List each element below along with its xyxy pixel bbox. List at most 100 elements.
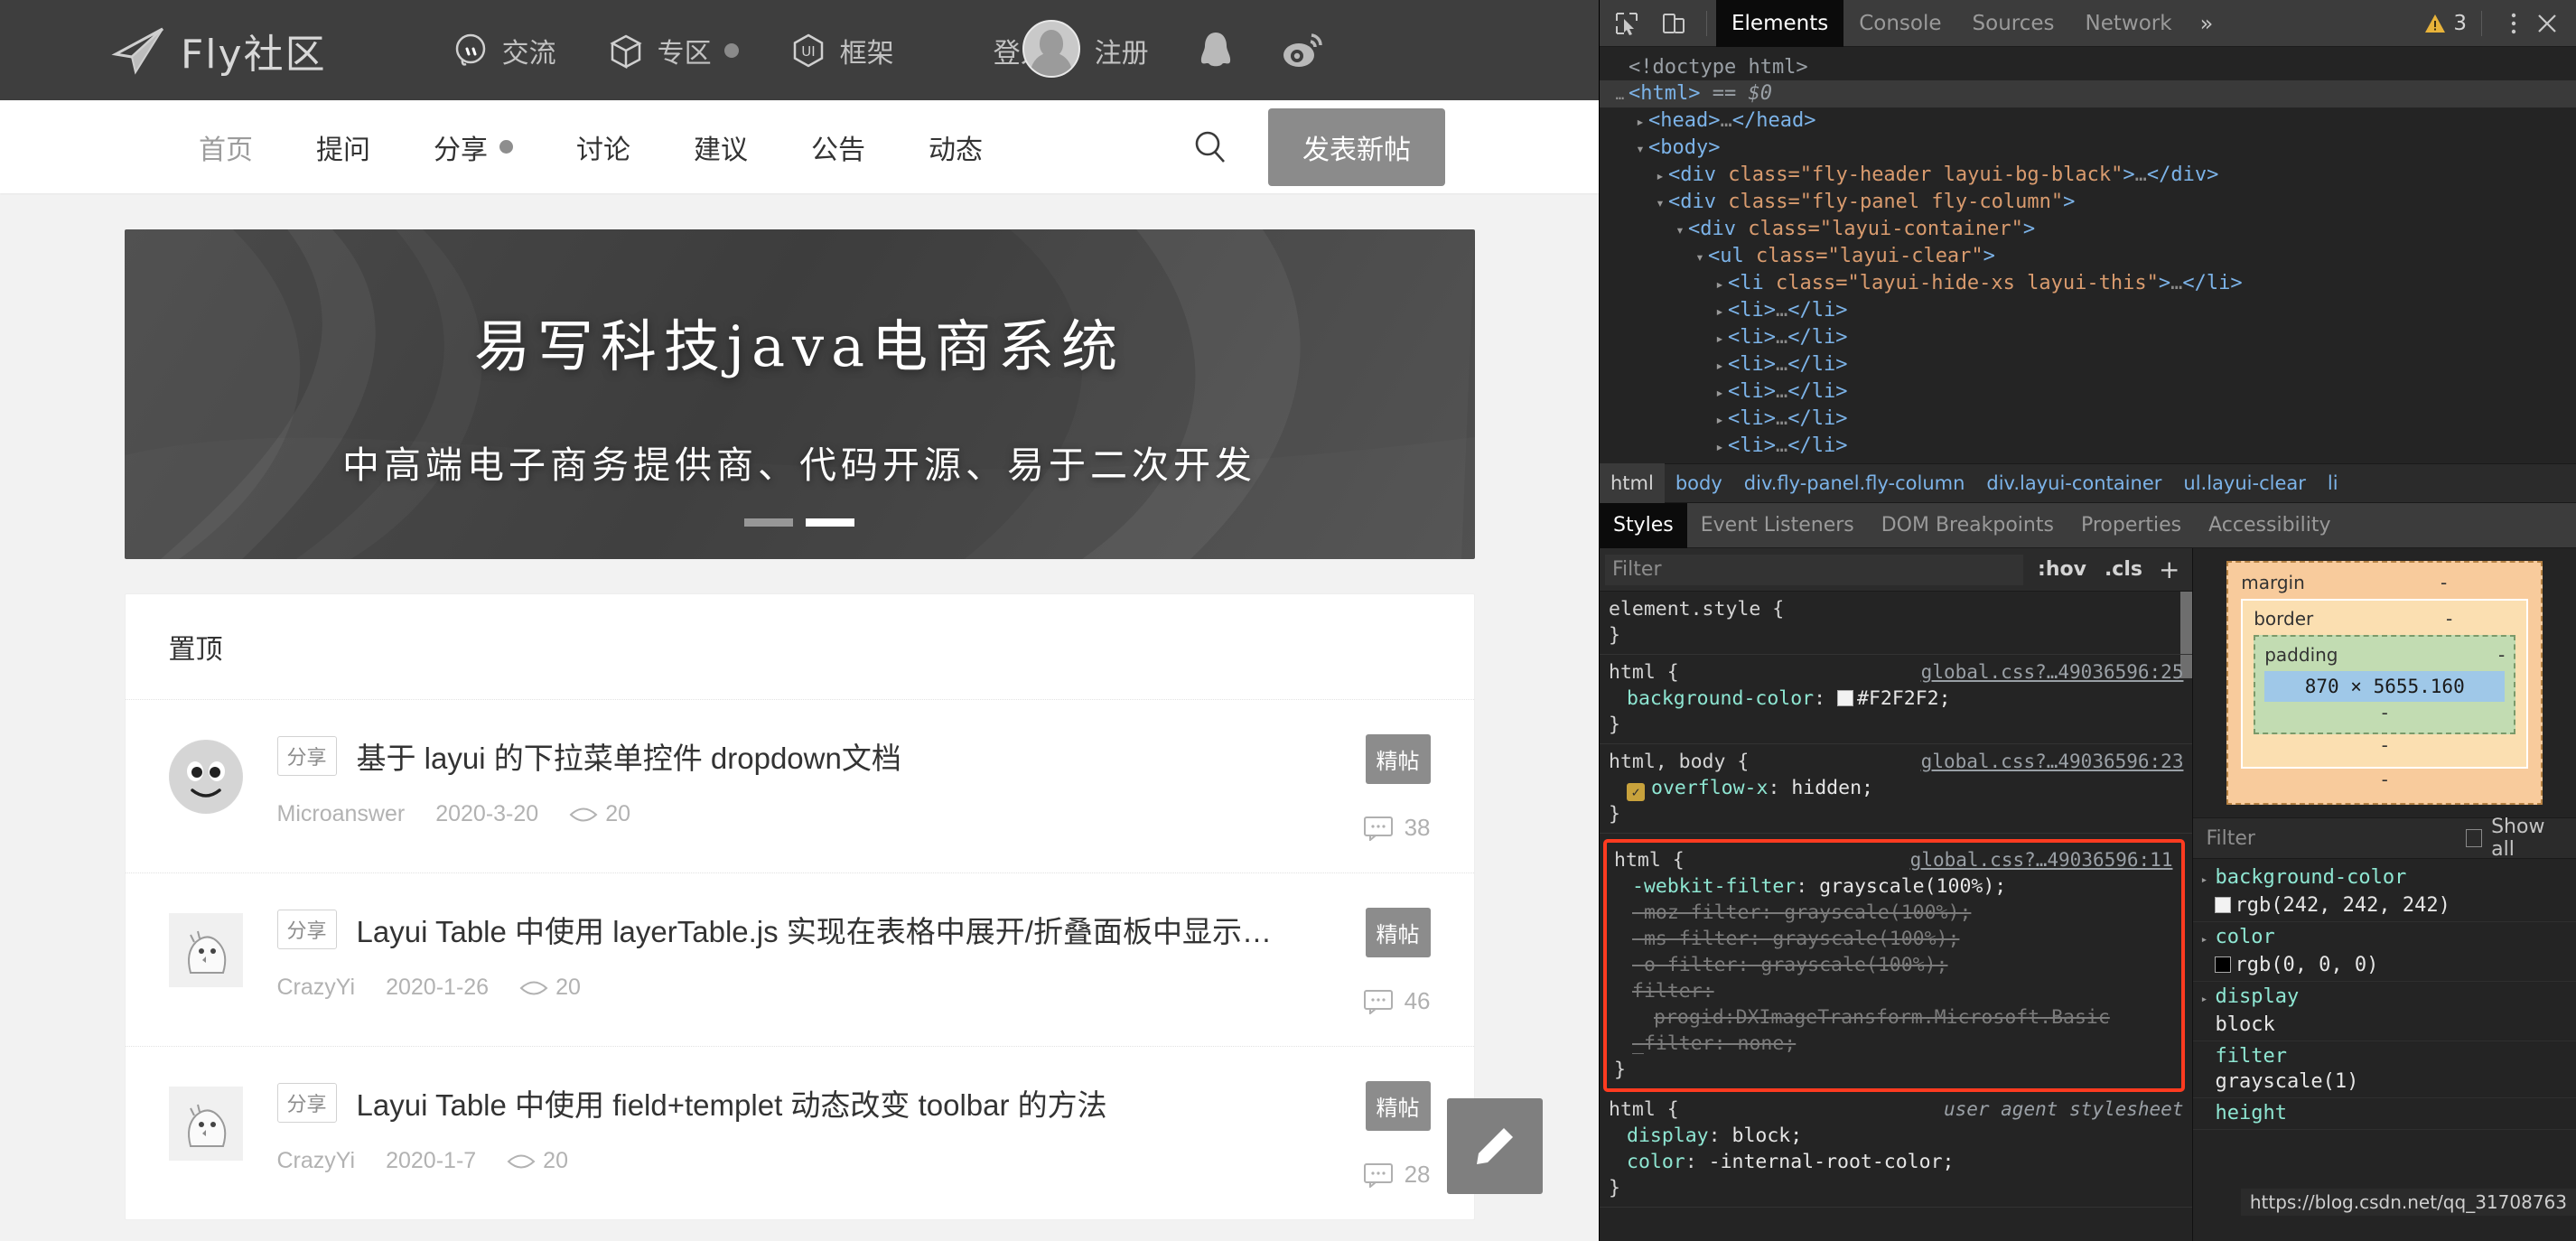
- color-swatch[interactable]: [2215, 897, 2232, 913]
- color-swatch[interactable]: [1837, 690, 1853, 706]
- css-rule[interactable]: html, body {global.css?…49036596:23 ✓ over…: [1600, 744, 2193, 834]
- dom-node[interactable]: ▸ <head>…</head>: [1600, 107, 2576, 135]
- dom-node[interactable]: ▸ <li class="layui-hide-xs layui-this">…<…: [1600, 270, 2576, 297]
- table-row[interactable]: 分享 基于 layui 的下拉菜单控件 dropdown文档 Microansw…: [125, 699, 1474, 872]
- css-source-link[interactable]: global.css?…49036596:11: [1910, 847, 2173, 873]
- computed-filter-input[interactable]: [2198, 823, 2461, 854]
- css-declaration[interactable]: ✓ overflow-x: hidden;: [1609, 775, 2192, 801]
- qq-icon[interactable]: [1192, 27, 1239, 74]
- css-declaration[interactable]: -ms-filter: grayscale(100%);: [1614, 926, 2181, 952]
- dom-twisty-icon[interactable]: ▸: [1712, 326, 1728, 350]
- css-declaration[interactable]: -o-filter: grayscale(100%);: [1614, 952, 2181, 978]
- kebab-menu-icon[interactable]: [2504, 11, 2524, 36]
- breadcrumb-item-layui-clear[interactable]: ul.layui-clear: [2172, 463, 2316, 503]
- dom-twisty-icon[interactable]: ▸: [1712, 380, 1728, 405]
- css-source-link[interactable]: global.css?…49036596:25: [1921, 659, 2184, 686]
- nav-item-ask[interactable]: 提问: [285, 127, 402, 167]
- expand-arrow-icon[interactable]: ▸: [2200, 928, 2215, 953]
- table-row[interactable]: 分享 Layui Table 中使用 layerTable.js 实现在表格中展…: [125, 872, 1474, 1046]
- tab-styles[interactable]: Styles: [1600, 502, 1687, 548]
- avatar[interactable]: [1022, 19, 1080, 78]
- tab-network[interactable]: Network: [2070, 0, 2188, 47]
- computed-properties-list[interactable]: ▸ background-color rgb(242, 242, 242) ▸ colo…: [2193, 859, 2576, 1241]
- dom-node[interactable]: ▸ <li>…</li>: [1600, 433, 2576, 460]
- bird-avatar[interactable]: [168, 913, 243, 987]
- search-icon[interactable]: [1190, 127, 1230, 167]
- hov-toggle-button[interactable]: :hov: [2029, 558, 2095, 581]
- computed-property[interactable]: ▸ display block: [2193, 982, 2576, 1041]
- show-all-checkbox[interactable]: [2466, 829, 2483, 847]
- dom-node[interactable]: <!doctype html>: [1600, 54, 2576, 80]
- nav-item-activity[interactable]: 动态: [897, 127, 1014, 167]
- banner-dot-2[interactable]: [806, 518, 854, 527]
- dom-node[interactable]: ▸ <li>…</li>: [1600, 378, 2576, 406]
- box-model-padding-value[interactable]: -: [2498, 644, 2505, 666]
- breadcrumb-item-html[interactable]: html: [1600, 463, 1665, 503]
- post-new-button[interactable]: 发表新帖: [1268, 107, 1445, 186]
- dom-node[interactable]: ▾ <body>: [1600, 135, 2576, 162]
- css-declaration[interactable]: filter: progid:DXImageTransform.Microsof…: [1614, 978, 2181, 1031]
- dom-twisty-icon[interactable]: ▾: [1692, 245, 1708, 269]
- warning-count-indicator[interactable]: 3: [2424, 12, 2467, 35]
- weibo-icon[interactable]: [1279, 27, 1326, 74]
- post-tag[interactable]: 分享: [276, 736, 337, 776]
- css-selector[interactable]: html {: [1609, 1096, 1679, 1123]
- post-tag[interactable]: 分享: [276, 1083, 337, 1123]
- post-title[interactable]: Layui Table 中使用 layerTable.js 实现在表格中展开/折…: [357, 908, 1272, 951]
- box-model-border-value[interactable]: -: [2446, 608, 2452, 630]
- dom-tree[interactable]: <!doctype html>… <html> == $0 ▸ <head>…</he…: [1600, 47, 2576, 463]
- dom-node[interactable]: ▸ <li>…</li>: [1600, 406, 2576, 433]
- dom-twisty-icon[interactable]: ▸: [1712, 272, 1728, 296]
- tab-accessibility[interactable]: Accessibility: [2195, 503, 2344, 548]
- dom-node[interactable]: ▸ <li>…</li>: [1600, 351, 2576, 378]
- css-declaration[interactable]: display: block;: [1609, 1123, 2192, 1149]
- breadcrumb-item-fly-panel[interactable]: div.fly-panel.fly-column: [1733, 463, 1976, 503]
- register-link[interactable]: 注册: [1071, 31, 1172, 70]
- breadcrumb-item-body[interactable]: body: [1665, 463, 1733, 503]
- declaration-checkbox[interactable]: ✓: [1627, 783, 1645, 801]
- dom-node[interactable]: ▸ <li>…</li>: [1600, 297, 2576, 324]
- expand-arrow-icon[interactable]: ▸: [2200, 987, 2215, 1012]
- dom-twisty-icon[interactable]: ▾: [1632, 136, 1648, 161]
- box-model-padding[interactable]: padding - 870 × 5655.160 -: [2254, 635, 2516, 734]
- dom-twisty-icon[interactable]: ▾: [1652, 191, 1668, 215]
- box-model-margin-bottom[interactable]: -: [2241, 769, 2528, 790]
- css-selector[interactable]: element.style {: [1609, 596, 1784, 622]
- dom-node[interactable]: ▾ <ul class="layui-clear">: [1600, 243, 2576, 270]
- css-selector[interactable]: html {: [1609, 659, 1679, 686]
- tab-sources[interactable]: Sources: [1957, 0, 2070, 47]
- breadcrumb-item-li[interactable]: li: [2317, 463, 2349, 503]
- tab-elements[interactable]: Elements: [1716, 0, 1844, 47]
- dom-twisty-icon[interactable]: ▸: [1652, 163, 1668, 188]
- dom-twisty-icon[interactable]: ▸: [1712, 434, 1728, 459]
- bird-avatar[interactable]: [168, 1087, 243, 1161]
- nav-item-share[interactable]: 分享: [402, 127, 545, 167]
- computed-property[interactable]: filter grayscale(1): [2193, 1041, 2576, 1098]
- color-swatch[interactable]: [2215, 956, 2232, 973]
- post-title[interactable]: Layui Table 中使用 field+templet 动态改变 toolb…: [357, 1081, 1107, 1124]
- css-selector[interactable]: html {: [1614, 847, 1685, 873]
- computed-property[interactable]: ▸ background-color rgb(242, 242, 242): [2193, 863, 2576, 922]
- header-nav-item-zone[interactable]: 专区: [582, 0, 764, 100]
- css-declaration[interactable]: background-color: #F2F2F2;: [1609, 686, 2192, 712]
- breadcrumb-item-layui-container[interactable]: div.layui-container: [1975, 463, 2172, 503]
- nav-item-suggest[interactable]: 建议: [662, 127, 779, 167]
- tab-dom-breakpoints[interactable]: DOM Breakpoints: [1868, 503, 2067, 548]
- post-tag[interactable]: 分享: [276, 910, 337, 949]
- dom-node[interactable]: ▸ <li>…</li>: [1600, 324, 2576, 351]
- css-declaration[interactable]: -webkit-filter: grayscale(100%);: [1614, 873, 2181, 900]
- css-rule[interactable]: html {user agent stylesheet display: bloc…: [1600, 1092, 2193, 1208]
- site-logo[interactable]: Fly社区: [110, 22, 327, 79]
- post-author[interactable]: CrazyYi: [277, 1148, 356, 1174]
- dom-twisty-icon[interactable]: ▾: [1672, 218, 1688, 242]
- device-toolbar-icon[interactable]: [1661, 11, 1686, 36]
- css-rule[interactable]: html { global.css?…49036596:25 background-…: [1600, 655, 2193, 744]
- new-style-rule-button[interactable]: +: [2151, 555, 2192, 584]
- header-nav-item-framework[interactable]: UI 框架: [764, 0, 919, 100]
- header-nav-item-chat[interactable]: 交流: [426, 0, 582, 100]
- post-author[interactable]: Microanswer: [277, 801, 406, 827]
- dom-twisty-icon[interactable]: ▸: [1632, 109, 1648, 134]
- dom-twisty-icon[interactable]: …: [1612, 82, 1629, 107]
- expand-arrow-icon[interactable]: ▸: [2200, 868, 2215, 893]
- table-row[interactable]: 分享 Layui Table 中使用 field+templet 动态改变 to…: [125, 1046, 1474, 1219]
